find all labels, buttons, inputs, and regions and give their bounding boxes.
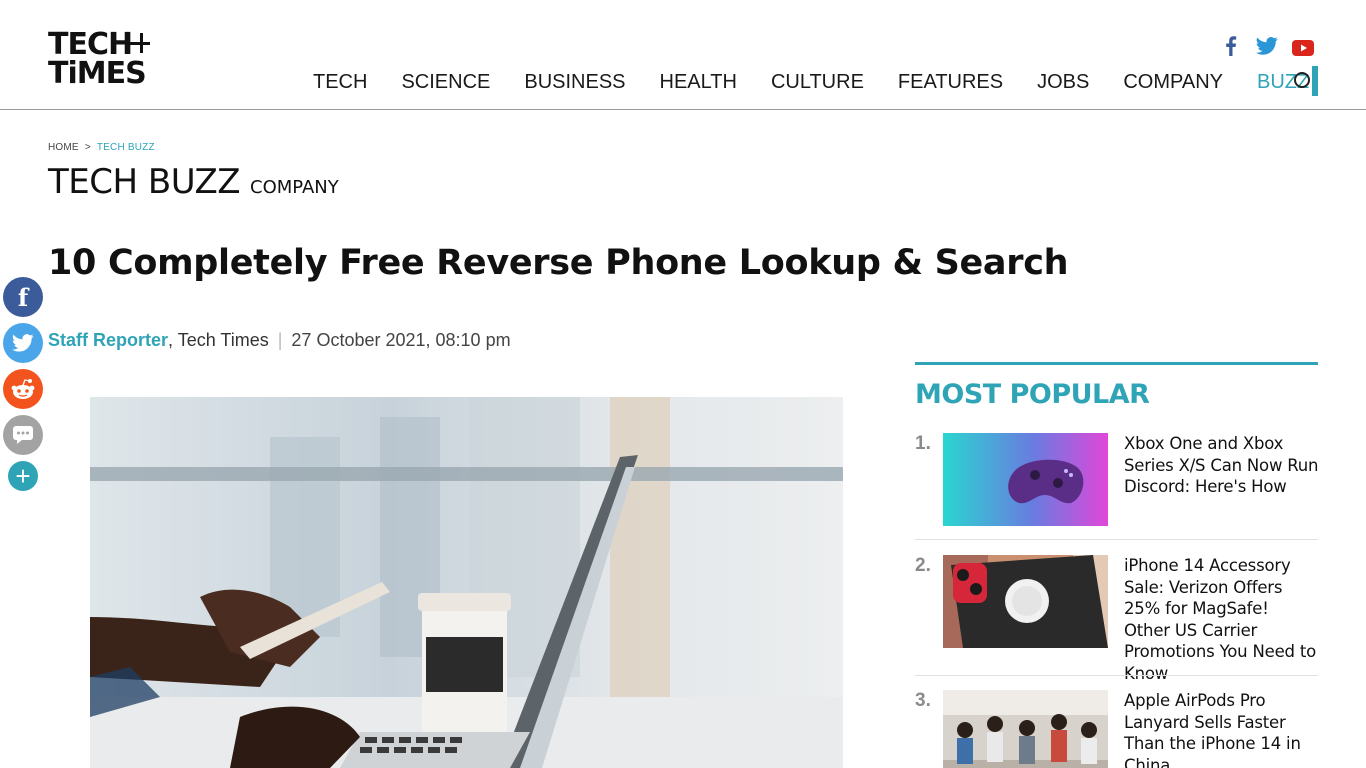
twitter-icon[interactable] — [3, 323, 43, 363]
popular-item-thumbnail[interactable] — [943, 433, 1108, 526]
article-hero-image — [90, 397, 843, 768]
popular-divider — [915, 675, 1318, 676]
author-link[interactable]: Staff Reporter — [48, 330, 168, 350]
popular-item-number: 1. — [915, 433, 931, 454]
popular-item-title[interactable]: Xbox One and Xbox Series X/S Can Now Run… — [1124, 433, 1319, 498]
site-logo[interactable]: TECH TiMES — [48, 30, 158, 92]
search-toggle-bar[interactable] — [1312, 66, 1318, 96]
section-title[interactable]: TECH BUZZ — [48, 162, 241, 202]
logo-line-2: TiMES — [48, 56, 147, 91]
logo-plus-mark-v — [140, 33, 143, 53]
nav-item-company[interactable]: COMPANY — [1123, 70, 1223, 94]
popular-item-title[interactable]: Apple AirPods Pro Lanyard Sells Faster T… — [1124, 690, 1319, 768]
search-icon[interactable] — [1294, 72, 1310, 88]
nav-item-features[interactable]: FEATURES — [898, 70, 1003, 94]
nav-item-culture[interactable]: CULTURE — [771, 70, 864, 94]
facebook-icon[interactable]: f — [3, 277, 43, 317]
popular-item-title[interactable]: iPhone 14 Accessory Sale: Verizon Offers… — [1124, 555, 1319, 684]
sidebar-rule — [915, 362, 1318, 365]
popular-item-number: 2. — [915, 555, 931, 576]
nav-item-science[interactable]: SCIENCE — [401, 70, 490, 94]
breadcrumb-separator: > — [84, 142, 91, 153]
comment-icon[interactable] — [3, 415, 43, 455]
breadcrumb-home[interactable]: HOME — [48, 142, 79, 153]
most-popular-sidebar: MOST POPULAR 1. Xbox One and Xbox Series… — [915, 362, 1319, 768]
facebook-icon[interactable] — [1220, 36, 1242, 56]
breadcrumb: HOME > TECH BUZZ — [48, 142, 155, 153]
sidebar-title: MOST POPULAR — [915, 379, 1150, 410]
twitter-icon[interactable] — [1256, 36, 1278, 56]
outlet-name: , Tech Times — [168, 330, 269, 350]
byline-separator: | — [277, 330, 283, 350]
popular-divider — [915, 539, 1318, 540]
youtube-icon[interactable] — [1292, 36, 1314, 56]
publish-date: 27 October 2021, 08:10 pm — [291, 330, 511, 350]
popular-item-number: 3. — [915, 690, 931, 711]
article-byline: Staff Reporter, Tech Times | 27 October 20… — [48, 330, 511, 351]
header-social-links — [1220, 36, 1314, 56]
breadcrumb-current[interactable]: TECH BUZZ — [97, 142, 155, 153]
popular-item-thumbnail[interactable] — [943, 555, 1108, 648]
nav-item-tech[interactable]: TECH — [313, 70, 367, 94]
more-icon[interactable]: + — [8, 461, 38, 491]
article-headline: 10 Completely Free Reverse Phone Lookup … — [48, 243, 1069, 283]
nav-item-business[interactable]: BUSINESS — [524, 70, 625, 94]
share-rail: f + — [3, 277, 43, 497]
section-subtitle[interactable]: COMPANY — [250, 177, 339, 198]
popular-item-thumbnail[interactable] — [943, 690, 1108, 768]
site-header: TECH TiMES TECH SCIENCE BUSINESS HEALTH … — [0, 0, 1366, 110]
reddit-icon[interactable] — [3, 369, 43, 409]
nav-item-jobs[interactable]: JOBS — [1037, 70, 1089, 94]
nav-item-health[interactable]: HEALTH — [660, 70, 737, 94]
main-nav: TECH SCIENCE BUSINESS HEALTH CULTURE FEA… — [313, 70, 1343, 94]
